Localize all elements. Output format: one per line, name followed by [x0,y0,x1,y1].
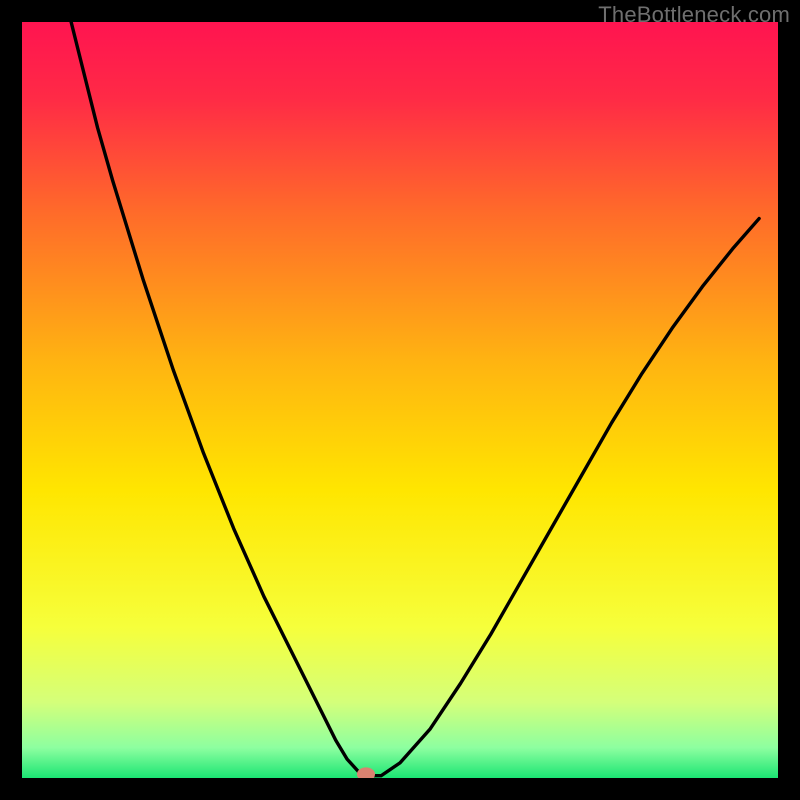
bottleneck-chart [22,22,778,778]
gradient-background [22,22,778,778]
chart-container: TheBottleneck.com [0,0,800,800]
